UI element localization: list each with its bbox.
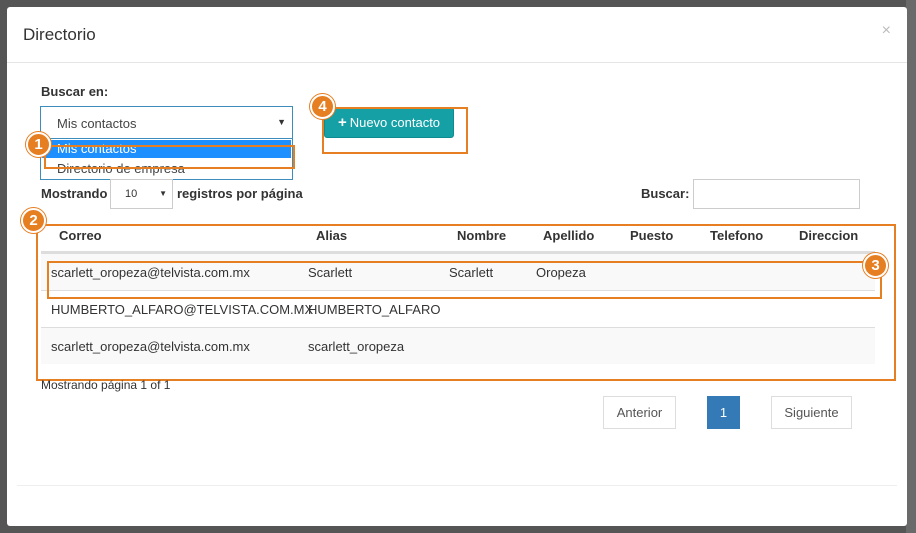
page-length-select[interactable]: 10 ▼ <box>110 179 173 209</box>
search-input[interactable] <box>693 179 860 209</box>
callout-3-highlight <box>47 261 882 299</box>
page-length-value: 10 <box>125 188 138 200</box>
callout-1-highlight <box>44 145 295 169</box>
pagination-info: Mostrando página 1 of 1 <box>41 378 171 392</box>
caret-down-icon: ▼ <box>277 117 286 127</box>
previous-page-button[interactable]: Anterior <box>603 396 676 429</box>
modal-footer-divider <box>17 485 897 486</box>
callout-badge-2: 2 <box>21 208 46 233</box>
callout-badge-3: 3 <box>863 253 888 278</box>
modal-title: Directorio <box>23 25 96 44</box>
callout-badge-1: 1 <box>26 132 51 157</box>
next-page-button[interactable]: Siguiente <box>771 396 852 429</box>
background-page <box>906 0 916 533</box>
search-label: Buscar: <box>641 186 690 201</box>
close-icon[interactable]: × <box>882 22 891 40</box>
search-in-selected-value: Mis contactos <box>57 116 137 131</box>
search-in-label: Buscar en: <box>41 84 109 99</box>
length-suffix: registros por página <box>177 186 303 201</box>
callout-badge-4: 4 <box>310 94 335 119</box>
search-in-select[interactable]: Mis contactos ▼ <box>40 106 293 139</box>
callout-2-highlight <box>36 224 896 381</box>
callout-4-highlight <box>322 107 468 154</box>
modal-header: Directorio × <box>7 7 907 63</box>
caret-down-icon: ▼ <box>159 189 167 198</box>
length-prefix: Mostrando <box>41 186 108 201</box>
page-1-button[interactable]: 1 <box>707 396 740 429</box>
